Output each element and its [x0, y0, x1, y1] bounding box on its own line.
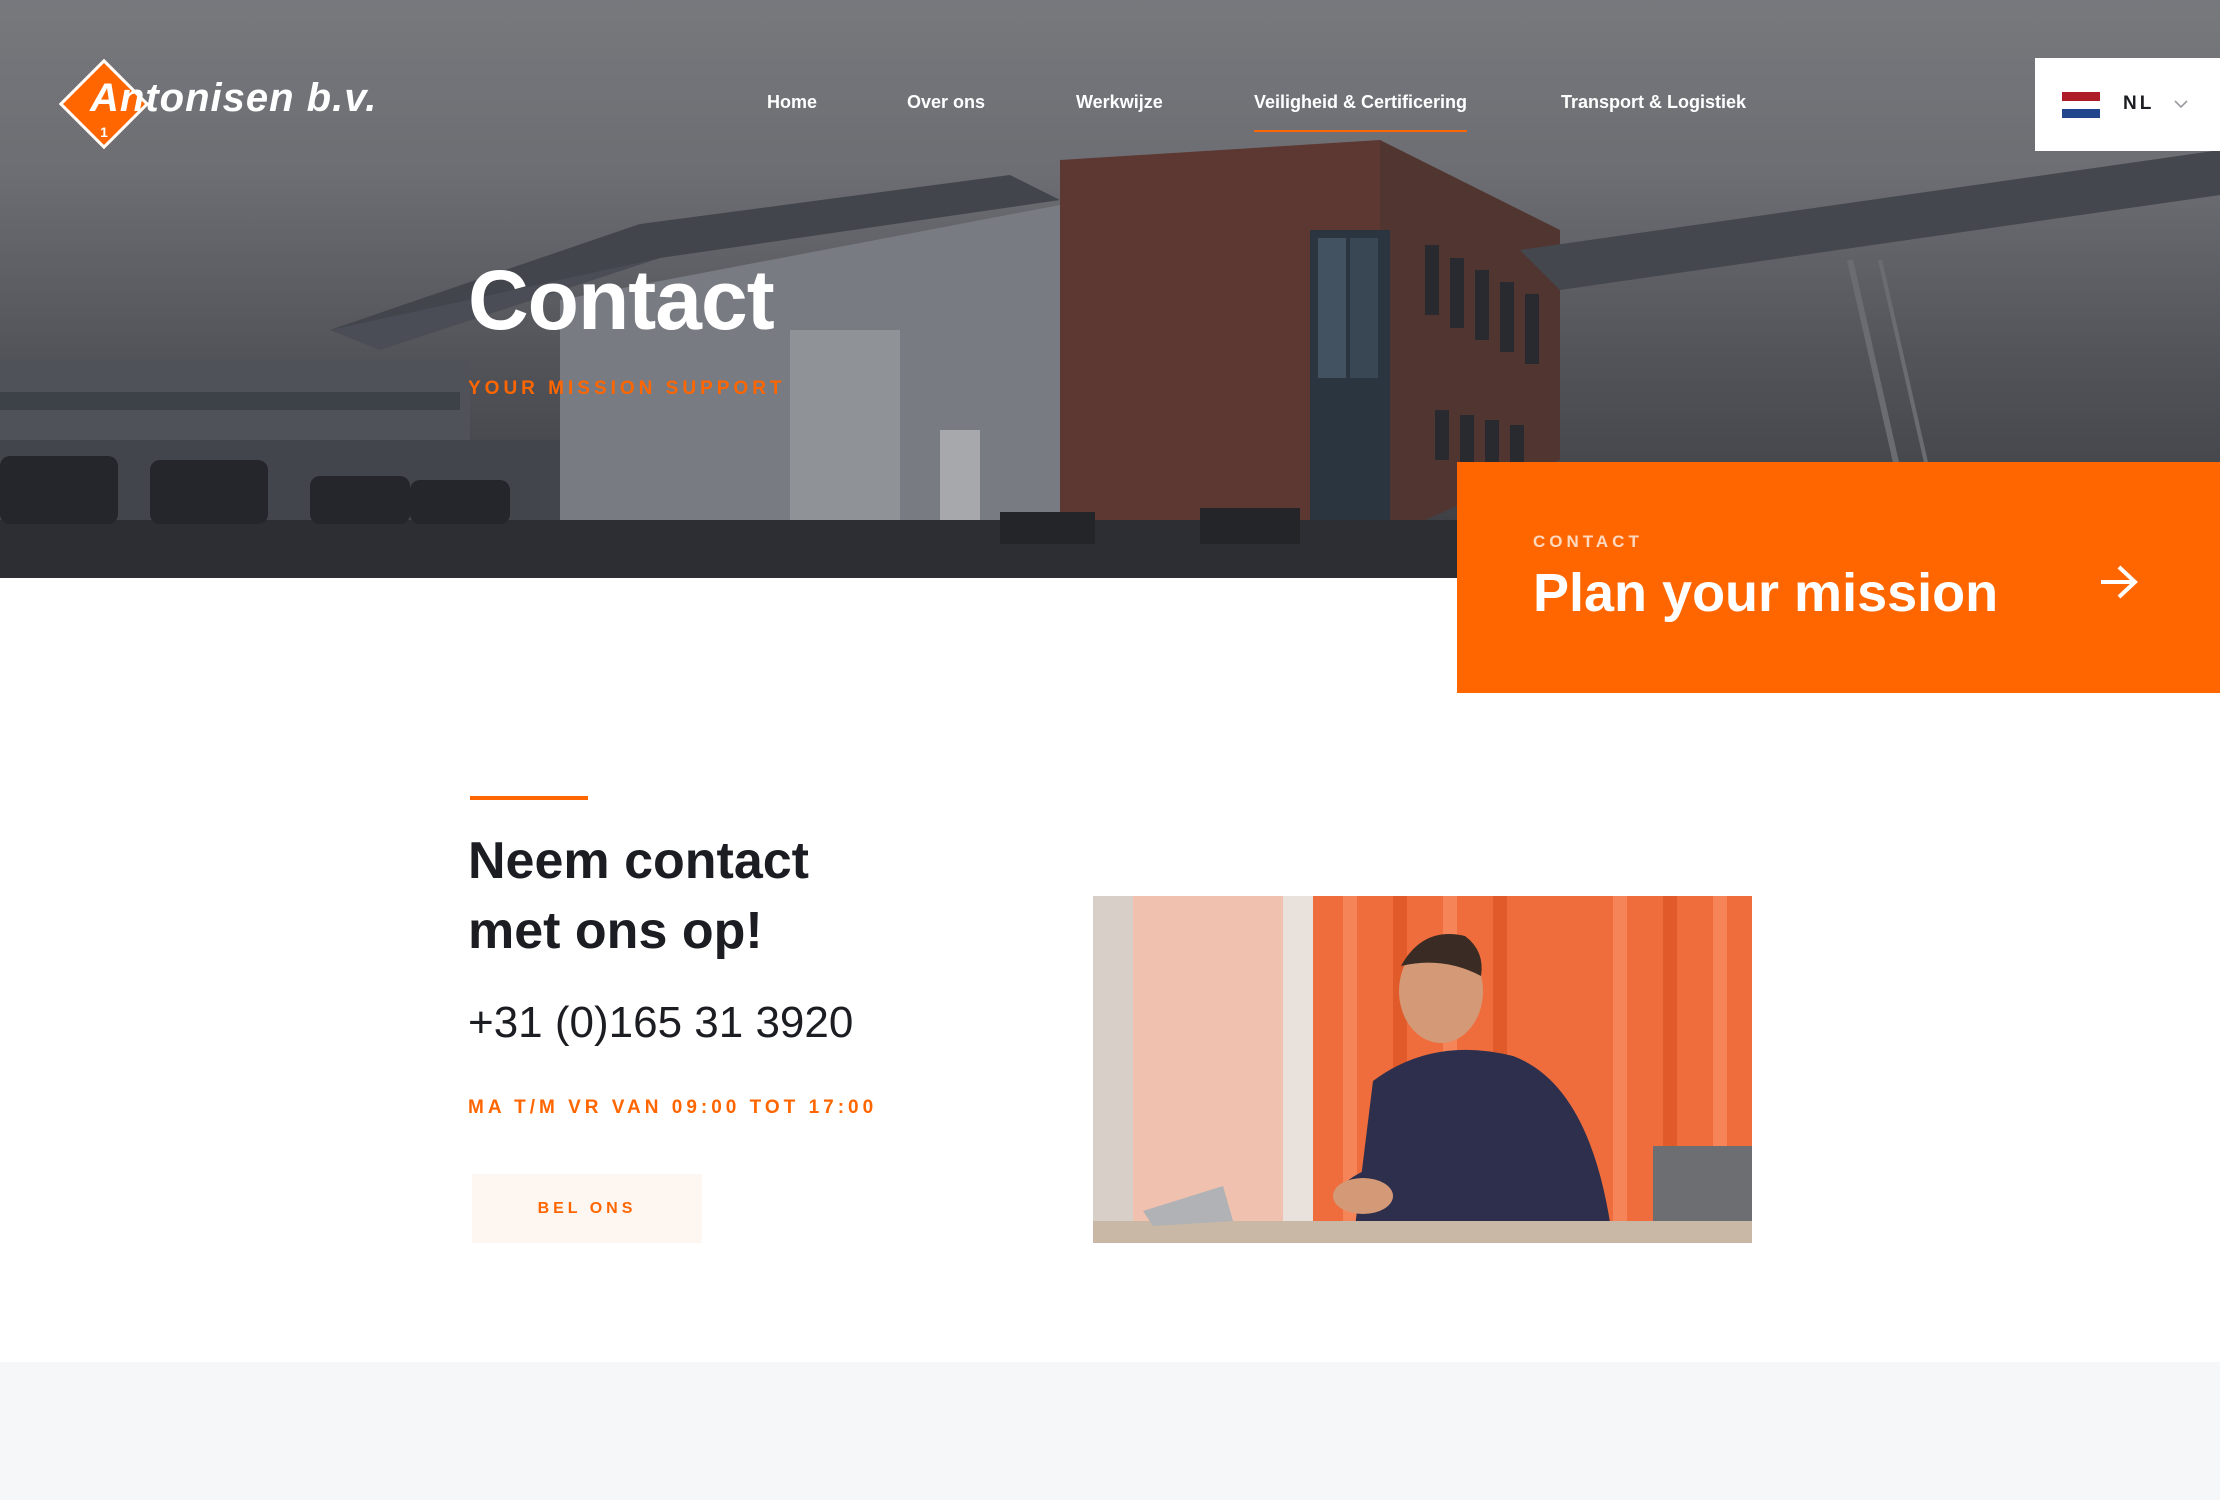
language-selector[interactable]: NL: [2035, 58, 2220, 151]
chevron-down-icon: [2174, 100, 2188, 109]
plan-mission-cta[interactable]: CONTACT Plan your mission: [1457, 462, 2220, 693]
nav-item-over-ons[interactable]: Over ons: [907, 92, 985, 113]
footer-band: [0, 1362, 2220, 1500]
call-us-button[interactable]: BEL ONS: [472, 1174, 702, 1243]
page-title: Contact: [468, 253, 775, 347]
nav-item-werkwijze[interactable]: Werkwijze: [1076, 92, 1163, 113]
office-photo: [1093, 896, 1752, 1243]
cta-eyebrow: CONTACT: [1533, 532, 1643, 551]
nav-item-transport-logistiek[interactable]: Transport & Logistiek: [1561, 92, 1746, 113]
opening-hours: MA T/M VR VAN 09:00 TOT 17:00: [468, 1097, 878, 1118]
contact-heading-line-2: met ons op!: [468, 902, 763, 960]
netherlands-flag-icon: [2062, 92, 2100, 118]
cta-title: Plan your mission: [1533, 563, 1999, 623]
main-nav: Home Over ons Werkwijze Veiligheid & Cer…: [0, 92, 2220, 132]
page-subtitle: YOUR MISSION SUPPORT: [468, 378, 786, 399]
contact-heading: Neem contact met ons op!: [468, 826, 988, 966]
section-accent-line: [470, 796, 588, 800]
language-code: NL: [2123, 93, 2155, 114]
nav-item-veiligheid-certificering[interactable]: Veiligheid & Certificering: [1254, 92, 1468, 132]
phone-number: +31 (0)165 31 3920: [468, 998, 854, 1047]
arrow-right-icon: [2101, 565, 2138, 599]
contact-heading-line-1: Neem contact: [468, 832, 809, 890]
nav-item-home[interactable]: Home: [767, 92, 817, 113]
